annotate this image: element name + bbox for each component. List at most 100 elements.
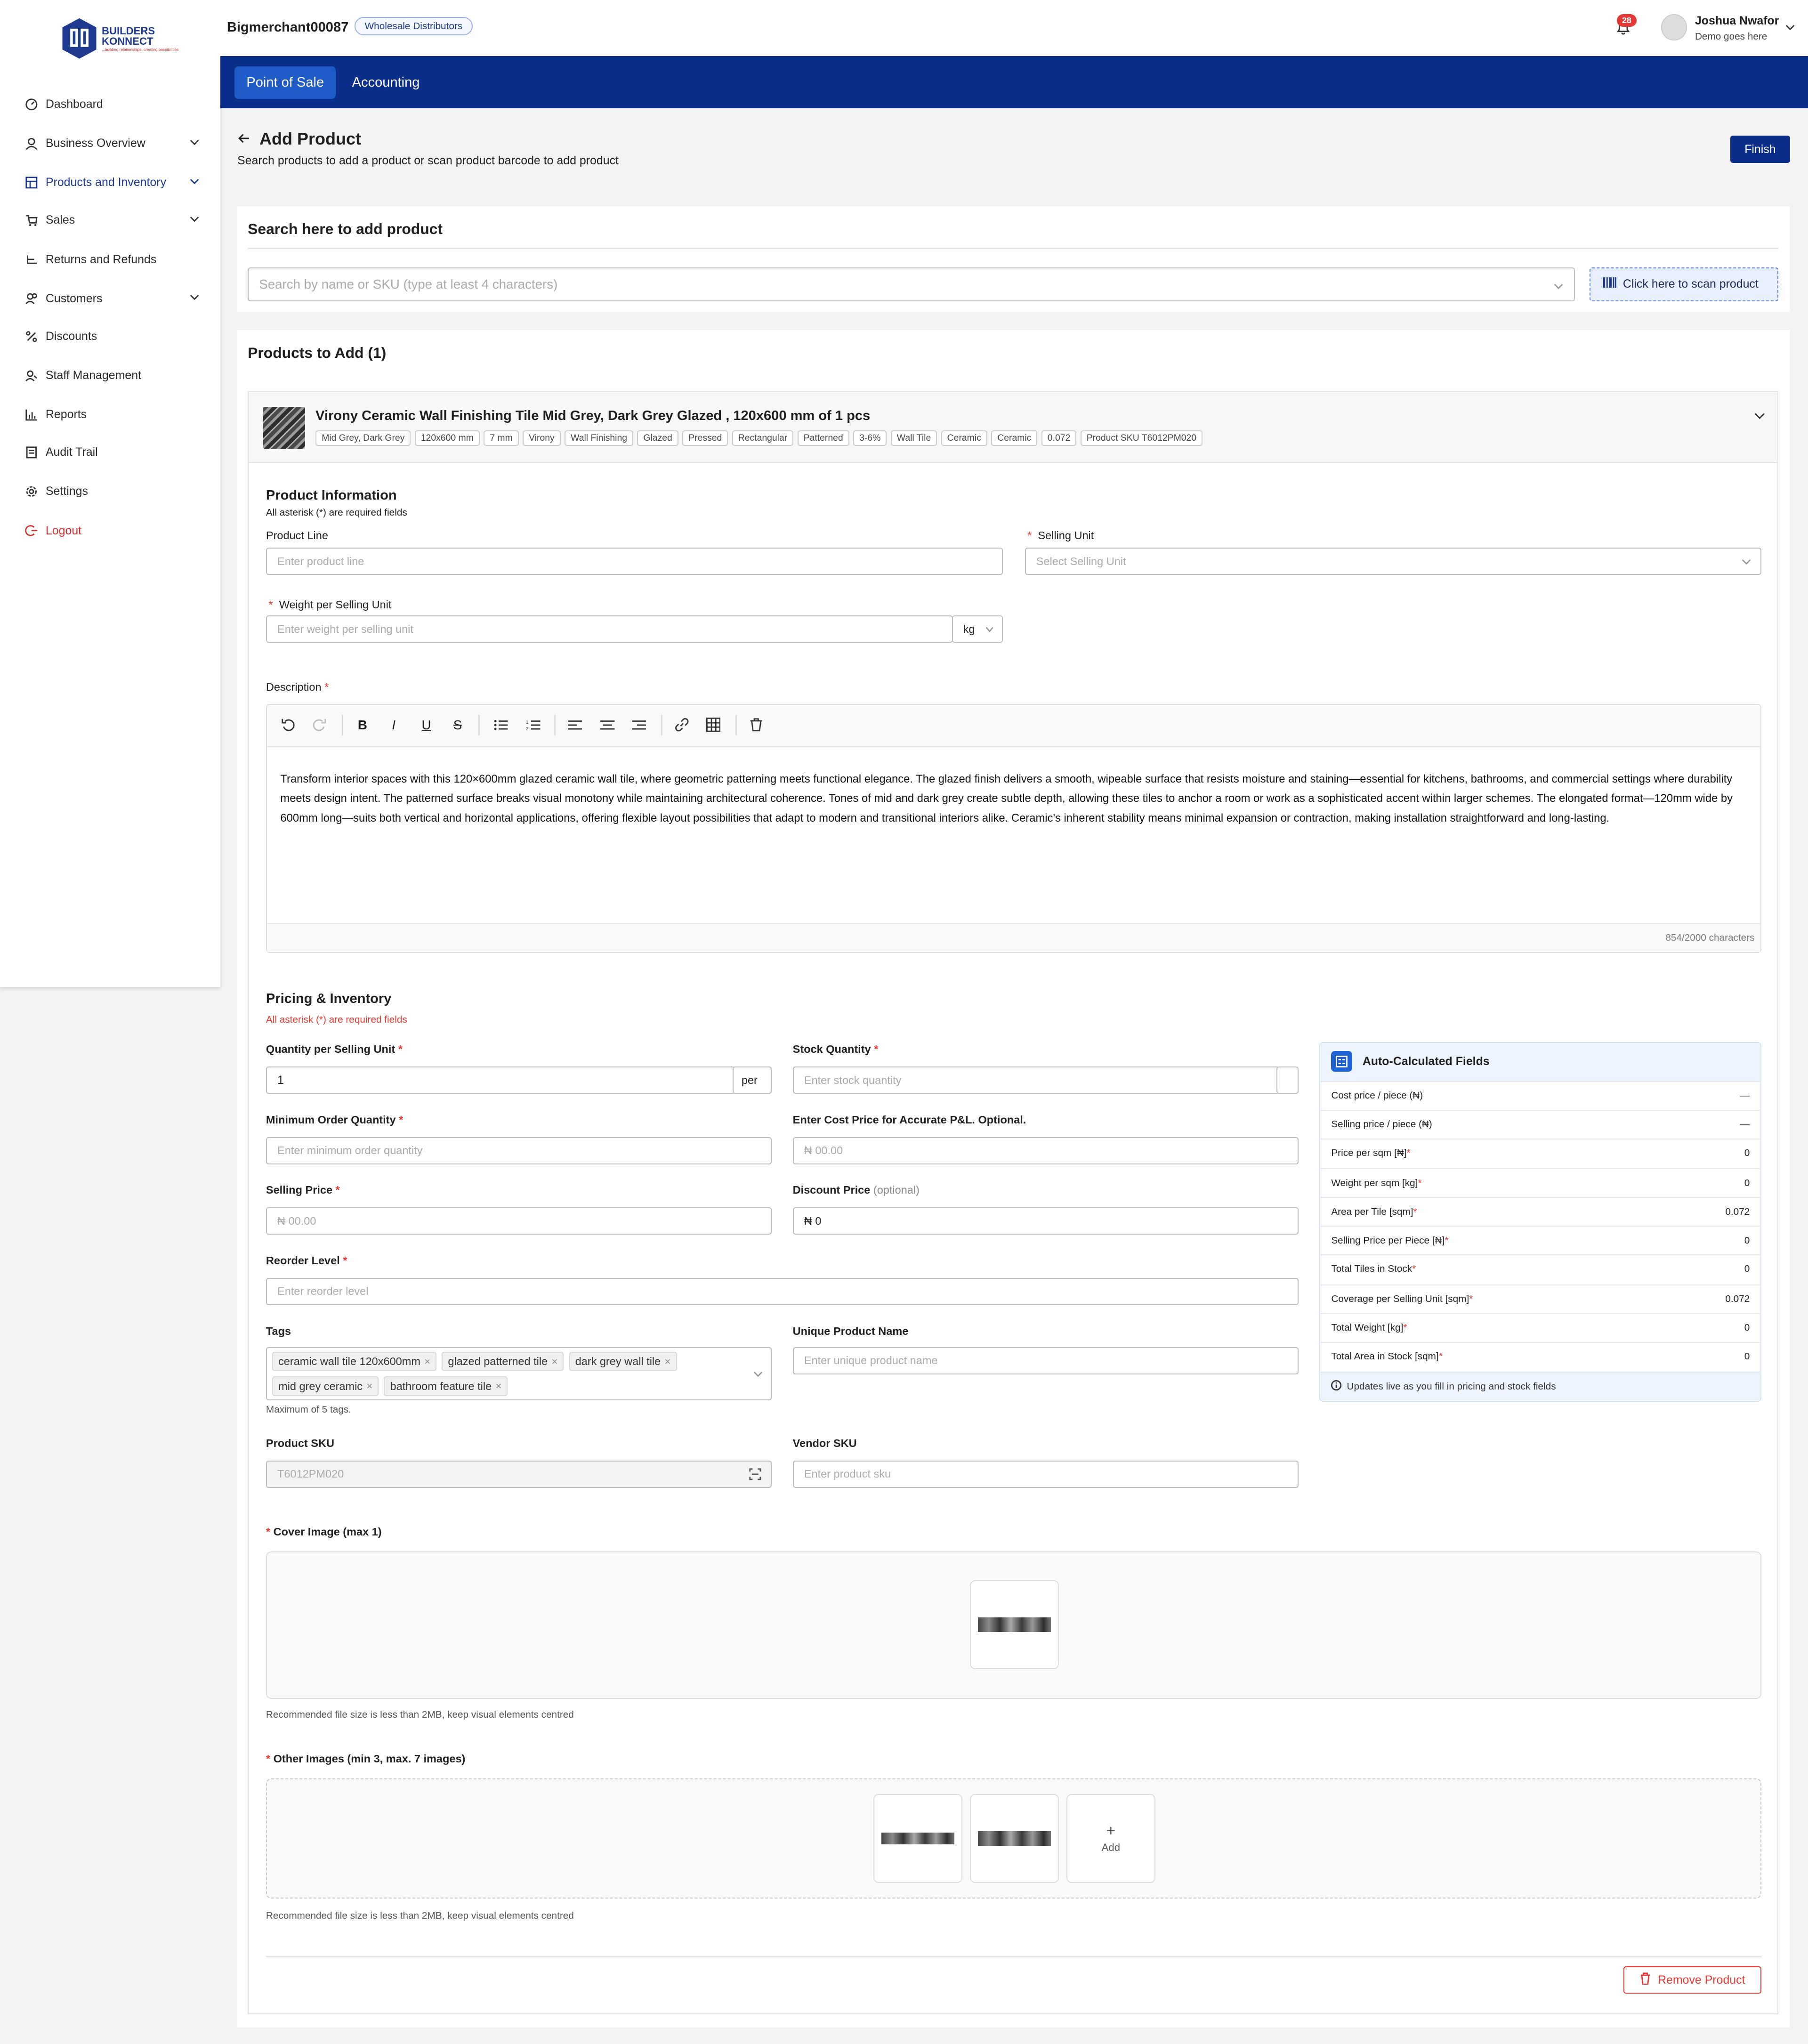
min-order-input[interactable]: Enter minimum order quantity: [266, 1137, 772, 1164]
close-icon[interactable]: ×: [551, 1356, 557, 1368]
attribute-chip: Product SKU T6012PM020: [1080, 430, 1203, 446]
close-icon[interactable]: ×: [665, 1356, 671, 1368]
qty-input[interactable]: 1: [266, 1066, 735, 1094]
bullet-list-icon[interactable]: [493, 717, 508, 733]
toolbar-divider: [661, 714, 662, 735]
logo[interactable]: BUILDERS KONNECT ...building relationshi…: [60, 17, 178, 61]
pricing-note: All asterisk (*) are required fields: [266, 1014, 407, 1026]
attribute-chip: Ceramic: [991, 430, 1038, 446]
sidebar-item-staff-management[interactable]: Staff Management: [0, 357, 220, 394]
auto-calc-value: 0: [1744, 1263, 1750, 1275]
editor-toolbar: [267, 705, 1760, 747]
chevron-down-icon[interactable]: [1754, 410, 1766, 425]
sidebar-item-products-inventory[interactable]: Products and Inventory: [0, 164, 220, 201]
selling-unit-select[interactable]: Select Selling Unit: [1025, 548, 1762, 575]
discount-label: Discount Price (optional): [793, 1184, 920, 1196]
underline-icon[interactable]: U: [419, 717, 434, 733]
selling-unit-label-text: Selling Unit: [1038, 529, 1094, 542]
finish-button[interactable]: Finish: [1730, 135, 1791, 163]
bold-icon[interactable]: B: [355, 717, 370, 733]
description-text[interactable]: Transform interior spaces with this 120×…: [280, 769, 1747, 828]
undo-icon[interactable]: [280, 717, 296, 733]
table-icon[interactable]: [705, 717, 721, 733]
toolbar-divider: [478, 714, 480, 735]
auto-calc-row: Total Weight [kg]* 0: [1321, 1313, 1760, 1342]
divider: [266, 1955, 1762, 1957]
remove-product-button[interactable]: Remove Product: [1623, 1966, 1762, 1994]
sidebar-item-sales[interactable]: Sales: [0, 202, 220, 239]
cover-image-thumbnail[interactable]: [970, 1580, 1059, 1669]
sidebar-item-dashboard[interactable]: Dashboard: [0, 86, 220, 123]
close-icon[interactable]: ×: [495, 1380, 501, 1392]
cost-price-input[interactable]: ₦ 00.00: [792, 1137, 1299, 1164]
attribute-chip: 0.072: [1041, 430, 1077, 446]
add-image-button[interactable]: + Add: [1066, 1794, 1155, 1883]
stock-input[interactable]: Enter stock quantity: [792, 1066, 1279, 1094]
other-image-thumbnail[interactable]: [873, 1794, 962, 1883]
product-sku-value: T6012PM020: [277, 1468, 344, 1480]
other-image-thumbnail[interactable]: [970, 1794, 1059, 1883]
auto-calc-value: 0: [1744, 1322, 1750, 1333]
product-line-input[interactable]: Enter product line: [266, 548, 1003, 575]
auto-calc-value: 0: [1744, 1235, 1750, 1246]
sidebar-item-business-overview[interactable]: Business Overview: [0, 125, 220, 162]
other-images-label: * Other Images (min 3, max. 7 images): [266, 1752, 466, 1765]
stock-unit-addon: [1276, 1066, 1299, 1094]
sidebar-item-discounts[interactable]: Discounts: [0, 318, 220, 355]
vendor-sku-input[interactable]: Enter product sku: [792, 1460, 1299, 1488]
tab-point-of-sale[interactable]: Point of Sale: [234, 66, 336, 99]
toolbar-divider: [554, 714, 556, 735]
unique-name-input[interactable]: Enter unique product name: [792, 1347, 1299, 1374]
product-panel-header[interactable]: [249, 392, 1777, 463]
italic-icon[interactable]: I: [386, 717, 402, 733]
align-right-icon[interactable]: [631, 717, 646, 733]
redo-icon[interactable]: [312, 717, 327, 733]
tag-label: glazed patterned tile: [448, 1355, 548, 1368]
avatar[interactable]: [1661, 14, 1687, 40]
sidebar-item-logout[interactable]: Logout: [0, 512, 220, 549]
gear-icon: [25, 485, 38, 498]
min-order-label-text: Minimum Order Quantity: [266, 1113, 396, 1126]
dashboard-icon: [25, 98, 38, 111]
sidebar-item-returns-refunds[interactable]: Returns and Refunds: [0, 241, 220, 278]
sidebar-item-customers[interactable]: Customers: [0, 280, 220, 317]
strikethrough-icon[interactable]: S: [450, 717, 465, 733]
user-name[interactable]: Joshua Nwafor: [1695, 14, 1779, 28]
trash-icon[interactable]: [749, 717, 764, 733]
sidebar-item-label: Staff Management: [45, 369, 141, 382]
product-search-input[interactable]: Search by name or SKU (type at least 4 c…: [248, 267, 1575, 301]
audit-icon: [25, 446, 38, 459]
reorder-label: Reorder Level *: [266, 1254, 347, 1267]
chevron-down-icon[interactable]: [1785, 22, 1795, 36]
search-section-title: Search here to add product: [248, 220, 443, 237]
numbered-list-icon[interactable]: 12: [525, 717, 541, 733]
scan-product-label: Click here to scan product: [1622, 277, 1759, 291]
weight-unit-select[interactable]: kg: [952, 615, 1003, 643]
user-icon: [25, 137, 38, 150]
reorder-input[interactable]: Enter reorder level: [266, 1277, 1299, 1305]
close-icon[interactable]: ×: [366, 1380, 372, 1392]
selling-price-input[interactable]: ₦ 00.00: [266, 1207, 772, 1235]
back-arrow-icon[interactable]: [237, 132, 250, 148]
scan-product-button[interactable]: Click here to scan product: [1589, 267, 1779, 301]
sidebar-item-audit-trail[interactable]: Audit Trail: [0, 434, 220, 471]
products-section-title: Products to Add (1): [248, 344, 387, 362]
pricing-title: Pricing & Inventory: [266, 991, 392, 1006]
align-center-icon[interactable]: [600, 717, 615, 733]
scan-icon[interactable]: [749, 1468, 762, 1484]
link-icon[interactable]: [674, 717, 690, 733]
qty-label-text: Quantity per Selling Unit: [266, 1043, 396, 1056]
chart-icon: [25, 408, 38, 421]
chevron-down-icon: [189, 176, 200, 190]
tags-input[interactable]: ceramic wall tile 120x600mm × glazed patt…: [266, 1347, 772, 1401]
brand-tagline: ...building relationships, creating poss…: [101, 47, 179, 52]
weight-input[interactable]: Enter weight per selling unit: [266, 615, 953, 643]
selling-price-placeholder: ₦ 00.00: [277, 1214, 316, 1227]
attribute-chip: 3-6%: [853, 430, 887, 446]
discount-input[interactable]: ₦ 0: [792, 1207, 1299, 1235]
close-icon[interactable]: ×: [424, 1356, 430, 1368]
tab-accounting[interactable]: Accounting: [340, 66, 432, 99]
align-left-icon[interactable]: [567, 717, 583, 733]
sidebar-item-reports[interactable]: Reports: [0, 396, 220, 433]
sidebar-item-settings[interactable]: Settings: [0, 473, 220, 510]
